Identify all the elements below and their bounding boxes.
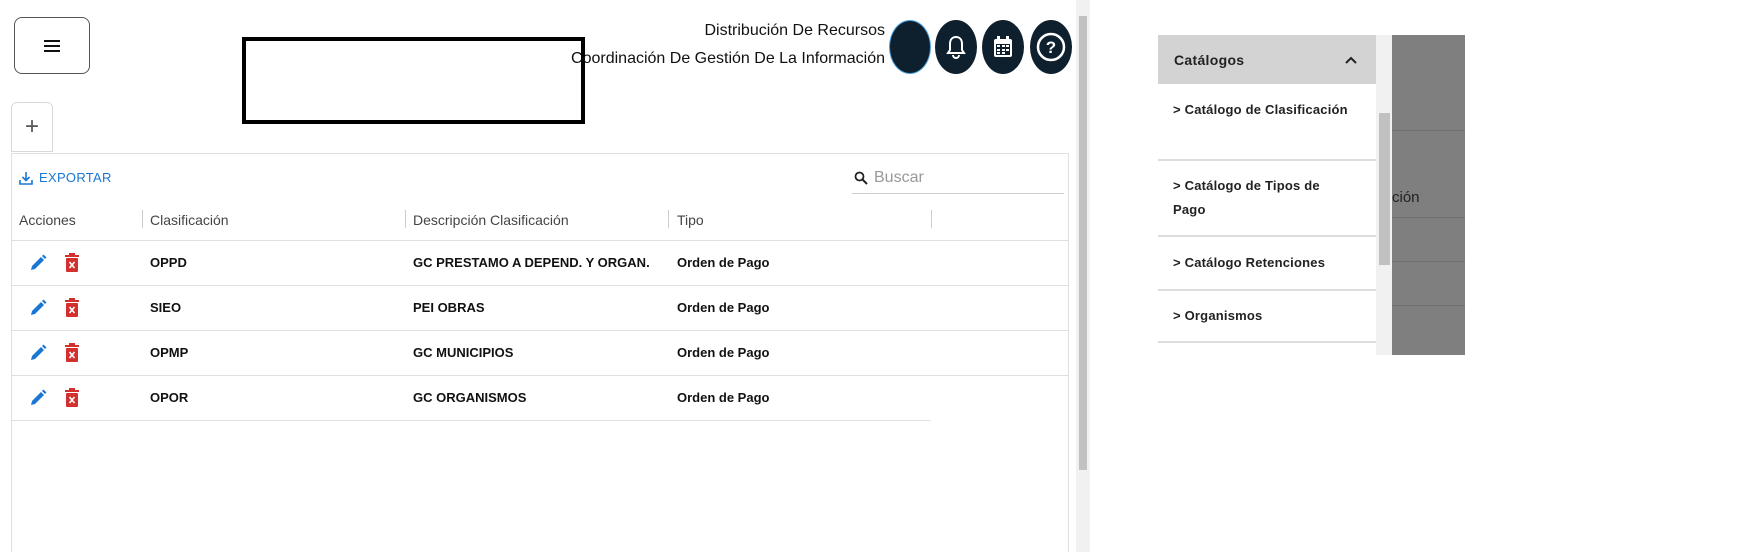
bell-icon[interactable]: [935, 20, 977, 74]
column-header-tipo[interactable]: Tipo: [677, 209, 704, 231]
svg-text:?: ?: [1046, 38, 1056, 57]
edit-icon[interactable]: [28, 343, 48, 363]
hamburger-icon: [44, 39, 60, 52]
logo-placeholder: [242, 37, 585, 124]
cell-clasificacion: OPPD: [150, 255, 187, 270]
page-scrollbar-thumb[interactable]: [1079, 16, 1087, 470]
drawer-header[interactable]: Catálogos: [1158, 35, 1376, 84]
column-header-descripcion[interactable]: Descripción Clasificación: [413, 209, 569, 231]
column-separator: [142, 210, 143, 228]
column-separator: [668, 210, 669, 228]
edit-icon[interactable]: [28, 253, 48, 273]
help-icon[interactable]: ?: [1030, 20, 1072, 74]
drawer-item-retenciones[interactable]: > Catálogo Retenciones: [1158, 251, 1376, 275]
cell-descripcion: GC MUNICIPIOS: [413, 345, 514, 360]
delete-icon[interactable]: [64, 298, 80, 318]
table-row: SIEO PEI OBRAS Orden de Pago: [11, 286, 1069, 331]
export-button[interactable]: EXPORTAR: [19, 170, 112, 185]
cell-descripcion: PEI OBRAS: [413, 300, 485, 315]
user-avatar[interactable]: [889, 20, 931, 74]
row-actions: [28, 343, 80, 363]
add-button[interactable]: +: [11, 102, 53, 152]
column-separator: [405, 210, 406, 228]
row-divider: [11, 420, 931, 421]
table-row: OPOR GC ORGANISMOS Orden de Pago: [11, 376, 1069, 421]
delete-icon[interactable]: [64, 388, 80, 408]
download-icon: [19, 171, 33, 185]
drawer-item-clasificacion[interactable]: > Catálogo de Clasificación: [1158, 98, 1376, 122]
catalog-drawer: Catálogos > Catálogo de Clasificación > …: [1158, 35, 1376, 355]
column-separator: [931, 210, 932, 228]
cell-descripcion: GC ORGANISMOS: [413, 390, 527, 405]
row-actions: [28, 253, 80, 273]
export-label: EXPORTAR: [39, 170, 112, 185]
cell-tipo: Orden de Pago: [677, 390, 770, 405]
drawer-scrollbar-thumb[interactable]: [1379, 113, 1390, 265]
cell-clasificacion: OPMP: [150, 345, 189, 360]
row-actions: [28, 298, 80, 318]
cell-tipo: Orden de Pago: [677, 255, 770, 270]
edit-icon[interactable]: [28, 388, 48, 408]
cell-clasificacion: OPOR: [150, 390, 189, 405]
table-row: OPMP GC MUNICIPIOS Orden de Pago: [11, 331, 1069, 376]
search-box[interactable]: [852, 163, 1064, 194]
obscured-text: ción: [1392, 189, 1420, 206]
cell-tipo: Orden de Pago: [677, 345, 770, 360]
search-input[interactable]: [874, 169, 1054, 187]
cell-descripcion: GC PRESTAMO A DEPEND. Y ORGAN.: [413, 255, 650, 270]
delete-icon[interactable]: [64, 343, 80, 363]
drawer-item-organismos[interactable]: > Organismos: [1158, 304, 1376, 328]
search-icon: [854, 171, 868, 185]
table-row: OPPD GC PRESTAMO A DEPEND. Y ORGAN. Orden …: [11, 241, 1069, 286]
chevron-up-icon: [1345, 56, 1357, 64]
delete-icon[interactable]: [64, 253, 80, 273]
header-subtitle: Coordinación De Gestión De La Informació…: [571, 50, 885, 67]
calendar-icon[interactable]: [982, 20, 1024, 74]
drawer-title: Catálogos: [1174, 51, 1245, 68]
edit-icon[interactable]: [28, 298, 48, 318]
column-header-clasificacion[interactable]: Clasificación: [150, 209, 229, 231]
menu-button[interactable]: [14, 17, 90, 74]
row-actions: [28, 388, 80, 408]
column-header-acciones: Acciones: [19, 212, 76, 228]
header-title: Distribución De Recursos: [704, 22, 885, 39]
drawer-item-tipos-pago[interactable]: > Catálogo de Tipos de Pago: [1158, 174, 1376, 222]
cell-tipo: Orden de Pago: [677, 300, 770, 315]
cell-clasificacion: SIEO: [150, 300, 182, 315]
